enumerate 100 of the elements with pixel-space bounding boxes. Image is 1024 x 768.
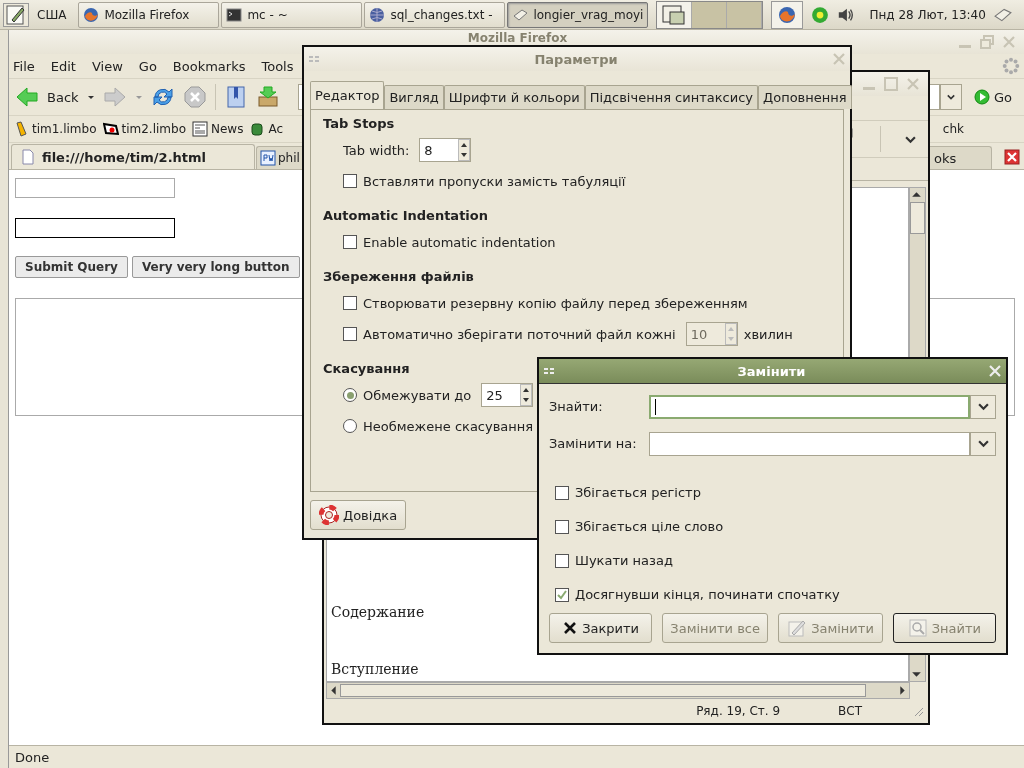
globe-icon (83, 6, 100, 23)
dialog-button[interactable]: Закрити (549, 613, 653, 643)
radio-button[interactable] (343, 388, 357, 402)
browser-tab[interactable]: phil (256, 146, 302, 169)
dropdown-button[interactable] (970, 394, 996, 419)
input-field[interactable] (649, 431, 970, 456)
menu-item[interactable]: Bookmarks (172, 58, 246, 74)
grip-icon (543, 367, 555, 375)
clock[interactable]: Пнд 28 Лют, 13:40 (869, 7, 986, 22)
checkbox[interactable] (555, 485, 569, 500)
checkbox[interactable] (555, 553, 569, 568)
keyboard-layout[interactable]: США (37, 7, 67, 22)
browser-tab[interactable]: oks (930, 146, 992, 169)
caret-icon[interactable] (905, 134, 916, 144)
tab[interactable]: Вигляд (384, 85, 444, 109)
search-icon (907, 618, 928, 638)
window-title: Параметри (533, 51, 619, 67)
tab[interactable]: Доповнення (758, 85, 852, 109)
help-button[interactable]: Довідка (310, 500, 407, 530)
checkbox[interactable] (343, 327, 357, 341)
radio-button[interactable] (343, 419, 357, 433)
workspace-switcher[interactable] (656, 0, 764, 29)
stop-icon[interactable] (182, 85, 207, 109)
grip-icon (308, 55, 320, 63)
insert-mode: ВСТ (838, 704, 862, 718)
checkbox-label[interactable]: Створювати резервну копію файлу перед збереженням (363, 295, 748, 311)
caret-icon (946, 93, 955, 101)
tab[interactable]: Шрифти й кольори (443, 85, 585, 109)
lifebuoy-icon (319, 505, 339, 525)
bookmark-link[interactable]: chk (942, 122, 964, 136)
checkbox-label[interactable]: Збігається ціле слово (575, 519, 724, 534)
bookmark-link[interactable]: Ac (249, 121, 284, 137)
text-field[interactable] (15, 178, 175, 198)
checkbox[interactable] (555, 519, 569, 534)
resize-grip-icon[interactable] (912, 705, 924, 717)
tab[interactable]: Підсвічення синтаксису (584, 85, 758, 109)
field-label: Знайти: (549, 399, 604, 414)
taskbar-button[interactable]: Mozilla Firefox (78, 1, 220, 28)
checkbox-label[interactable]: Досягнувши кінця, починати спочатку (575, 587, 840, 602)
checkbox-label[interactable]: Enable automatic indentation (363, 234, 556, 250)
menu-item[interactable]: View (91, 58, 123, 74)
close-tab-icon[interactable] (1004, 149, 1020, 165)
back-button[interactable]: Back (15, 85, 79, 109)
text-field[interactable] (15, 218, 175, 238)
checkbox[interactable] (555, 587, 569, 602)
caret-icon (977, 402, 989, 411)
form-button[interactable]: Very very long button (131, 256, 300, 278)
checkbox-label[interactable]: Автоматично зберігати поточний файл кожні (363, 326, 676, 342)
menu-item[interactable]: Edit (50, 58, 76, 74)
spin-field[interactable]: 8 (419, 138, 472, 162)
dropdown-button[interactable] (970, 431, 996, 456)
reload-icon[interactable] (150, 85, 175, 109)
horizontal-scrollbar[interactable] (326, 682, 910, 699)
tag-icon (13, 121, 29, 137)
section-heading: Automatic Indentation (323, 208, 488, 223)
form-button[interactable]: Submit Query (15, 256, 128, 278)
section-heading: Скасування (323, 361, 410, 376)
page-icon (260, 150, 276, 166)
taskbar-button[interactable]: mc - ~ (221, 1, 363, 28)
bookmark-link[interactable]: News (192, 121, 244, 137)
radio-label[interactable]: Обмежувати до (363, 387, 472, 403)
play-icon (973, 89, 990, 105)
spin-arrows-icon[interactable] (458, 139, 471, 161)
scrollbar-thumb[interactable] (340, 684, 866, 697)
taskbar-button[interactable]: sql_changes.txt - (364, 1, 506, 28)
windows-icon (662, 3, 687, 26)
globe-icon[interactable] (771, 0, 804, 29)
newspaper-icon (192, 121, 208, 137)
tab[interactable]: Редактор (310, 81, 385, 109)
go-button[interactable]: Go (969, 89, 1018, 105)
bookmark-link[interactable]: tim2.limbo (102, 121, 186, 137)
download-icon[interactable] (255, 85, 280, 109)
caret-icon (977, 439, 989, 448)
spin-arrows-icon[interactable] (520, 384, 533, 406)
cylinder-icon (249, 121, 266, 137)
menu-item[interactable]: Tools (261, 58, 294, 74)
caret-icon[interactable] (86, 93, 95, 101)
field-label: Замінити на: (549, 436, 638, 451)
menu-item[interactable]: File (13, 58, 35, 74)
checkbox[interactable] (343, 235, 357, 249)
taskbar-button[interactable]: longier_vrag_moyi (507, 1, 649, 28)
menu-item[interactable]: Go (138, 58, 157, 74)
window-title: Замінити (736, 363, 807, 379)
checkbox[interactable] (343, 174, 357, 188)
bookmark-link[interactable]: tim1.limbo (13, 121, 97, 137)
radio-label[interactable]: Необмежене скасування (363, 418, 534, 434)
checkbox-label[interactable]: Вставляти пропуски замість табуляції (363, 173, 626, 189)
checkbox-label[interactable]: Збігається регістр (575, 485, 701, 500)
unit-label: хвилин (743, 326, 793, 342)
spin-field[interactable]: 25 (481, 383, 534, 407)
eye-icon (102, 121, 119, 137)
browser-tab[interactable]: file:///home/tim/2.html (11, 144, 255, 169)
checkbox[interactable] (343, 296, 357, 310)
section-heading: Збереження файлів (323, 269, 474, 284)
notepad-icon[interactable] (3, 2, 29, 27)
input-field[interactable] (649, 394, 970, 419)
scrollbar-thumb[interactable] (910, 202, 925, 234)
checkbox-label[interactable]: Шукати назад (575, 553, 673, 568)
page-icon (20, 149, 36, 165)
text-line: Содержание (331, 603, 426, 622)
